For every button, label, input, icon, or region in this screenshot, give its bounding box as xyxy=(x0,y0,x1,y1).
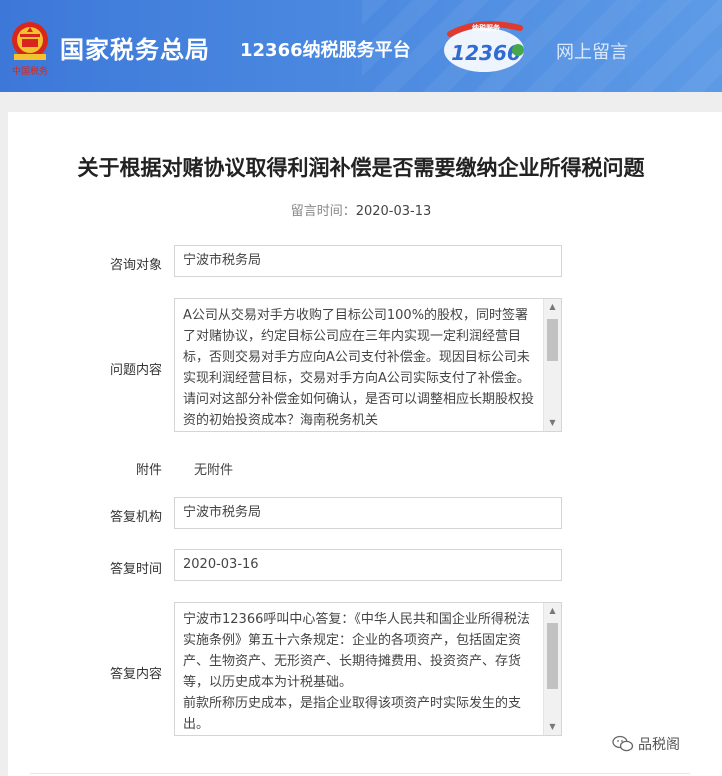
watermark: 品税阁 xyxy=(612,734,680,754)
reply-scroll-thumb[interactable] xyxy=(547,623,558,689)
tax-emblem-icon: 中国税务 xyxy=(12,22,48,77)
header-decoration xyxy=(362,0,722,92)
consult-target-label: 咨询对象 xyxy=(109,258,162,273)
consult-target-field[interactable]: 宁波市税务局 xyxy=(174,245,562,277)
question-content-text: A公司从交易对手方收购了目标公司100%的股权，同时签署了对赌协议，约定目标公司… xyxy=(183,308,535,428)
logo-number-text: 12366 xyxy=(451,41,521,65)
reply-org-label: 答复机构 xyxy=(109,510,162,525)
message-time-label: 留言时间： xyxy=(290,204,356,219)
question-scroll-thumb[interactable] xyxy=(547,319,558,361)
scroll-down-arrow-icon[interactable]: ▼ xyxy=(544,719,561,735)
watermark-text: 品税阁 xyxy=(638,737,680,753)
reply-content-field[interactable]: 宁波市12366呼叫中心答复：《中华人民共和国企业所得税法实施条例》第五十六条规… xyxy=(174,602,562,736)
scroll-down-arrow-icon[interactable]: ▼ xyxy=(544,415,561,431)
reply-content-text: 宁波市12366呼叫中心答复：《中华人民共和国企业所得税法实施条例》第五十六条规… xyxy=(183,609,539,735)
attachment-label: 附件 xyxy=(135,463,162,478)
reply-scrollbar[interactable]: ▲ ▼ xyxy=(543,603,561,735)
reply-paragraph-2: 前款所称历史成本，是指企业取得该项资产时实际发生的支出。 xyxy=(183,696,522,732)
wechat-icon xyxy=(612,735,634,752)
logo-12366-icon: 纳税服务 12366 xyxy=(444,21,524,72)
reply-time-label: 答复时间 xyxy=(109,562,162,577)
question-title: 关于根据对赌协议取得利润补偿是否需要缴纳企业所得税问题 xyxy=(77,156,645,180)
reply-content-label: 答复内容 xyxy=(109,667,162,682)
online-message-link[interactable]: 网上留言 xyxy=(556,38,628,64)
message-time: 留言时间：2020-03-13 xyxy=(8,200,714,219)
reply-paragraph-1: 宁波市12366呼叫中心答复：《中华人民共和国企业所得税法实施条例》第五十六条规… xyxy=(183,612,530,690)
question-content-label: 问题内容 xyxy=(109,363,162,378)
question-content-field[interactable]: A公司从交易对手方收购了目标公司100%的股权，同时签署了对赌协议，约定目标公司… xyxy=(174,298,562,432)
logo-badge-text: 纳税服务 xyxy=(472,23,501,32)
reply-time-field[interactable]: 2020-03-16 xyxy=(174,549,562,581)
site-header: 中国税务 国家税务总局 12366纳税服务平台 纳税服务 12366 网上留言 xyxy=(0,0,722,92)
scroll-up-arrow-icon[interactable]: ▲ xyxy=(544,603,561,619)
divider xyxy=(30,773,690,774)
reply-org-field[interactable]: 宁波市税务局 xyxy=(174,497,562,529)
message-detail-card: 关于根据对赌协议取得利润补偿是否需要缴纳企业所得税问题 留言时间：2020-03… xyxy=(8,112,722,776)
message-time-value: 2020-03-13 xyxy=(355,204,432,219)
scroll-up-arrow-icon[interactable]: ▲ xyxy=(544,299,561,315)
attachment-value: 无附件 xyxy=(194,463,234,478)
question-scrollbar[interactable]: ▲ ▼ xyxy=(543,299,561,431)
platform-name[interactable]: 12366纳税服务平台 xyxy=(240,36,411,62)
emblem-caption: 中国税务 xyxy=(12,65,48,77)
org-name[interactable]: 国家税务总局 xyxy=(60,30,210,65)
